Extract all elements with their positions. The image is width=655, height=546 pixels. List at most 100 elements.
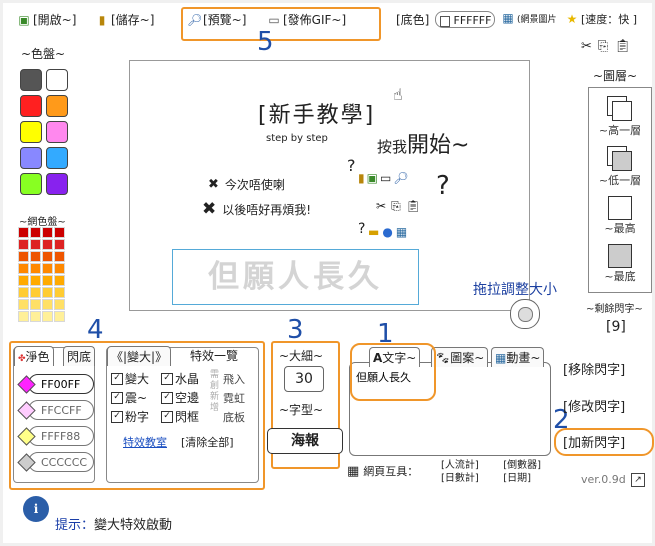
effect-checkbox[interactable]: ✓ 閃框 [161,408,199,425]
gradient-cell[interactable] [42,239,53,250]
effect-checkbox[interactable]: ✓ 空邊 [161,389,199,406]
date-link[interactable]: [日期] [503,473,531,484]
gradient-cell[interactable] [42,263,53,274]
gradient-cell[interactable] [18,227,29,238]
gradient-cell[interactable] [18,311,29,322]
gradient-cell[interactable] [42,227,53,238]
effect-checkbox[interactable]: ✓ 震~ [111,389,147,406]
font-selector[interactable]: 海報 [267,428,343,454]
layer-down-button[interactable]: ~低一層 [589,146,651,188]
effect-checkbox[interactable]: ✓ 粉字 [111,408,149,425]
never-show-option[interactable]: ✖ 以後唔好再煩我! [202,199,311,219]
remaining-count: [9] [606,319,626,335]
tutorial-subtitle: step by step [266,133,328,144]
gradient-cell[interactable] [18,299,29,310]
effect-bottom-board[interactable]: 底板 [223,408,245,427]
gradient-cell[interactable] [30,227,41,238]
gradient-cell[interactable] [54,227,65,238]
gradient-cell[interactable] [30,311,41,322]
color-option-button[interactable]: FFFF88 [17,426,94,446]
gradient-cell[interactable] [30,239,41,250]
start-tutorial-button[interactable]: 按我開始~ [377,127,469,159]
flash-text-object[interactable]: 但願人長久 [172,249,419,305]
gradient-cell[interactable] [54,287,65,298]
palette-swatch[interactable] [20,173,42,195]
gradient-cell[interactable] [30,287,41,298]
palette-swatch[interactable] [46,69,68,91]
resize-corner-icon[interactable]: ↗ [631,473,645,487]
size-input[interactable]: 30 [284,366,324,392]
effect-checkbox[interactable]: ✓ 變大 [111,370,149,387]
gradient-cell[interactable] [54,275,65,286]
preview-button[interactable]: 🔎︎ [預覽~] [187,11,246,28]
gradient-cell[interactable] [54,239,65,250]
palette-swatch[interactable] [46,147,68,169]
palette-swatch[interactable] [20,147,42,169]
effect-checkbox[interactable]: ✓ 水晶 [161,370,199,387]
edit-text-button[interactable]: [修改閃字] [563,396,625,415]
color-option-button[interactable]: FF00FF [17,374,94,394]
gradient-cell[interactable] [30,251,41,262]
skip-once-option[interactable]: ✖ 今次唔使喇 [208,176,285,193]
gradient-cell[interactable] [54,311,65,322]
gradient-cell[interactable] [42,299,53,310]
info-icon: i [23,496,49,522]
paste-icon[interactable]: 📋︎ [614,39,637,54]
tab-solid-color[interactable]: ✤淨色 [14,346,54,366]
clear-all-button[interactable]: [清除全部] [181,434,234,450]
gradient-cell[interactable] [42,275,53,286]
tutorial-title[interactable]: [新手教學] [258,97,375,129]
tab-enlarge[interactable]: 《|變大|》 [107,346,172,366]
tab-animation[interactable]: ▦動畫~ [491,347,545,367]
layer-up-button[interactable]: ~高一層 [589,96,651,138]
copy-icon[interactable]: ⎘ [598,39,614,54]
layer-bottom-button[interactable]: ~最底 [589,244,651,284]
palette-swatch[interactable] [20,95,42,117]
save-button[interactable]: ▮ [儲存~] [95,11,155,28]
speed-selector[interactable]: ★ [速度：快 ] [565,11,637,27]
add-text-button[interactable]: [加新閃字] [563,432,625,451]
gradient-cell[interactable] [18,251,29,262]
gradient-cell[interactable] [54,263,65,274]
bg-color-field[interactable]: FFFFFF [435,11,495,28]
stock-image-button[interactable]: ▦ (網景圖片 [501,11,556,25]
gradient-cell[interactable] [54,251,65,262]
countdown-link[interactable]: [倒數器] [503,460,541,471]
scissors-icon[interactable]: ✂ [581,39,598,54]
tab-all-effects[interactable]: 特效一覽 [187,346,241,365]
monitor-icon: ▭ [379,171,394,185]
editor-canvas[interactable]: [新手教學] ☝ step by step 按我開始~ ? ? ▮▣▭🔎︎ ✂⎘… [129,60,530,311]
gradient-cell[interactable] [18,239,29,250]
effects-tutorial-link[interactable]: 特效教室 [123,434,167,450]
resize-handle[interactable] [510,299,540,329]
palette-swatch[interactable] [20,69,42,91]
palette-swatch[interactable] [46,121,68,143]
gradient-cell[interactable] [42,251,53,262]
color-option-button[interactable]: CCCCCC [17,452,94,472]
tab-image[interactable]: 🐾︎圖案~ [431,347,489,367]
effect-neon[interactable]: 霓虹 [223,389,245,408]
gradient-cell[interactable] [42,287,53,298]
gradient-cell[interactable] [54,299,65,310]
palette-swatch[interactable] [46,173,68,195]
gradient-cell[interactable] [18,263,29,274]
color-option-label: CCCCCC [41,456,88,469]
color-option-button[interactable]: FFCCFF [17,400,94,420]
gradient-cell[interactable] [42,311,53,322]
layer-top-button[interactable]: ~最高 [589,196,651,236]
gradient-cell[interactable] [30,263,41,274]
publish-gif-button[interactable]: ▭ [發佈GIF~] [267,11,346,28]
visitor-counter-link[interactable]: [人流計] [441,460,479,471]
never-show-label: 以後唔好再煩我! [222,202,312,217]
gradient-cell[interactable] [30,299,41,310]
gradient-cell[interactable] [18,275,29,286]
remove-text-button[interactable]: [移除閃字] [563,359,625,378]
gradient-cell[interactable] [30,275,41,286]
open-button[interactable]: ▣ [開啟~] [17,11,76,28]
day-counter-link[interactable]: [日數計] [441,473,479,484]
effect-fly-in[interactable]: 飛入 [223,370,245,389]
gradient-cell[interactable] [18,287,29,298]
palette-swatch[interactable] [46,95,68,117]
tab-flash-bg[interactable]: 閃底 [63,346,96,366]
palette-swatch[interactable] [20,121,42,143]
